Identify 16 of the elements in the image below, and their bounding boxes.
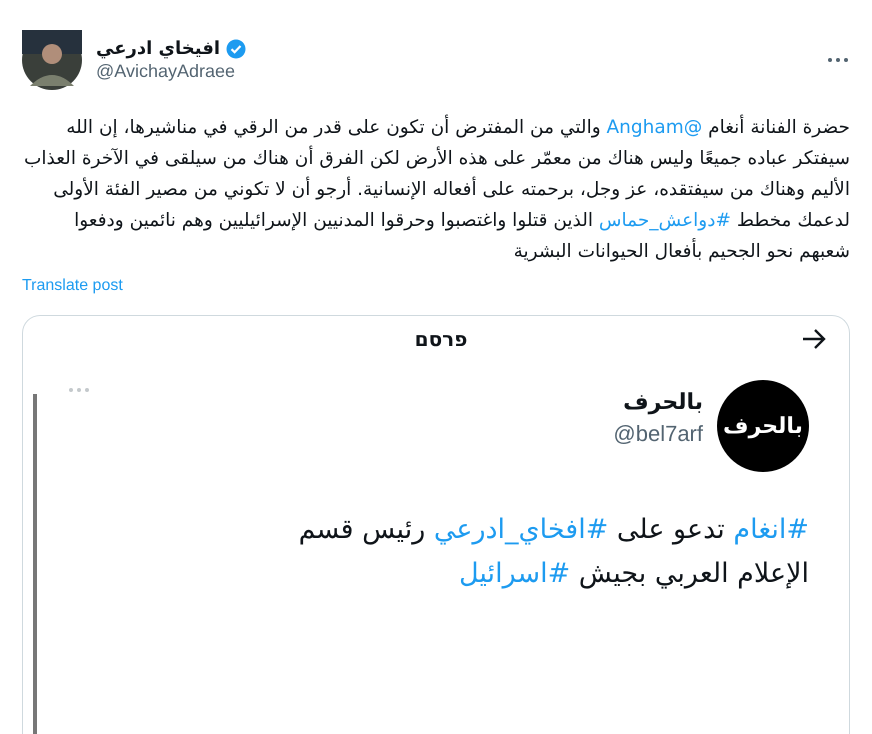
card-title: פרסם (414, 327, 468, 351)
arrow-icon[interactable] (801, 327, 827, 351)
hashtag-link[interactable]: #انغام (733, 514, 809, 545)
more-icon[interactable] (826, 56, 850, 64)
avatar-logo[interactable]: بالحرف (717, 380, 809, 472)
post-link[interactable]: #دواعش_حماس (598, 210, 731, 231)
author-handle: @AvichayAdraee (96, 61, 236, 82)
quoted-post-text: #انغام تدعو على #افخاي_ادرعي رئيس قسم الإعلام العربي بجيش #اسرائيل (298, 513, 809, 591)
author-name: افيخاي ادرعي (96, 38, 220, 59)
avatar-icon[interactable] (22, 30, 82, 90)
hashtag-link[interactable]: #افخاي_ادرعي (434, 514, 608, 545)
quoted-author-handle: @bel7arf (613, 421, 703, 447)
translate-link[interactable]: Translate post (22, 277, 123, 295)
quoted-author-name: بالحرف (623, 390, 703, 415)
post-link[interactable]: @Angham (606, 117, 702, 138)
hashtag-link[interactable]: #اسرائيل (458, 558, 570, 589)
